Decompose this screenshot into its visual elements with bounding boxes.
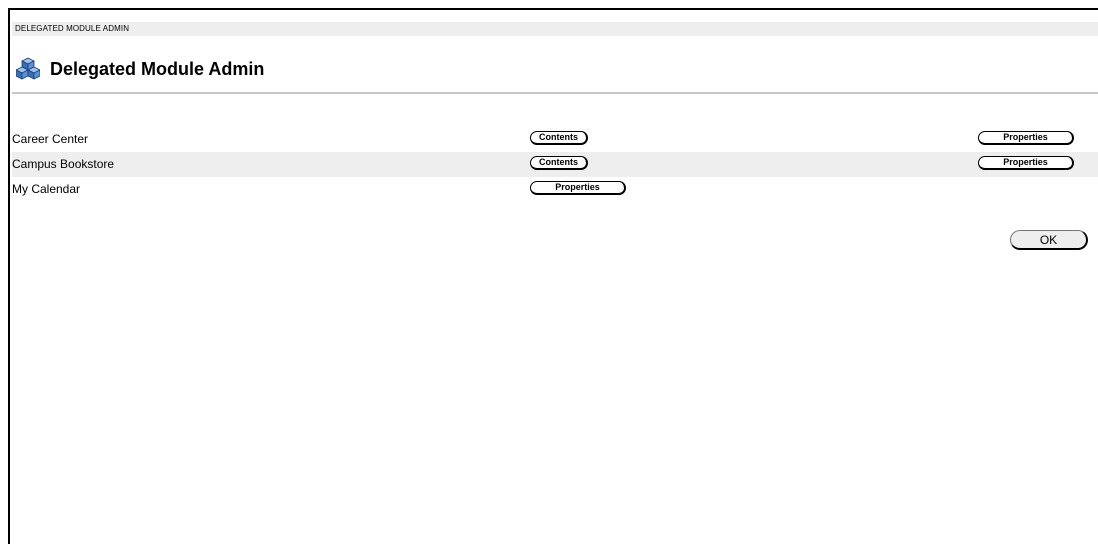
title-divider (12, 92, 1098, 94)
module-row-campus-bookstore: Campus Bookstore Contents Properties (12, 152, 1098, 177)
module-row-career-center: Career Center Contents Properties (12, 127, 1098, 152)
properties-button[interactable]: Properties (978, 131, 1074, 145)
properties-button[interactable]: Properties (978, 156, 1074, 170)
module-cubes-icon (16, 57, 40, 80)
module-row-my-calendar: My Calendar Properties (12, 177, 1098, 202)
contents-button[interactable]: Contents (530, 156, 588, 170)
contents-button[interactable]: Contents (530, 131, 588, 145)
properties-button[interactable]: Properties (530, 181, 626, 195)
module-name: Career Center (12, 132, 89, 146)
ok-button[interactable]: OK (1010, 230, 1088, 250)
breadcrumb-bar: DELEGATED MODULE ADMIN (12, 22, 1098, 36)
page-title: Delegated Module Admin (50, 58, 265, 79)
module-name: My Calendar (12, 182, 81, 196)
title-row: Delegated Module Admin (16, 55, 264, 83)
module-list: Career Center Contents Properties Campus… (12, 127, 1098, 202)
module-name: Campus Bookstore (12, 157, 115, 171)
breadcrumb: DELEGATED MODULE ADMIN (15, 24, 130, 33)
page-frame: DELEGATED MODULE ADMIN Delegated Module … (8, 8, 1098, 544)
